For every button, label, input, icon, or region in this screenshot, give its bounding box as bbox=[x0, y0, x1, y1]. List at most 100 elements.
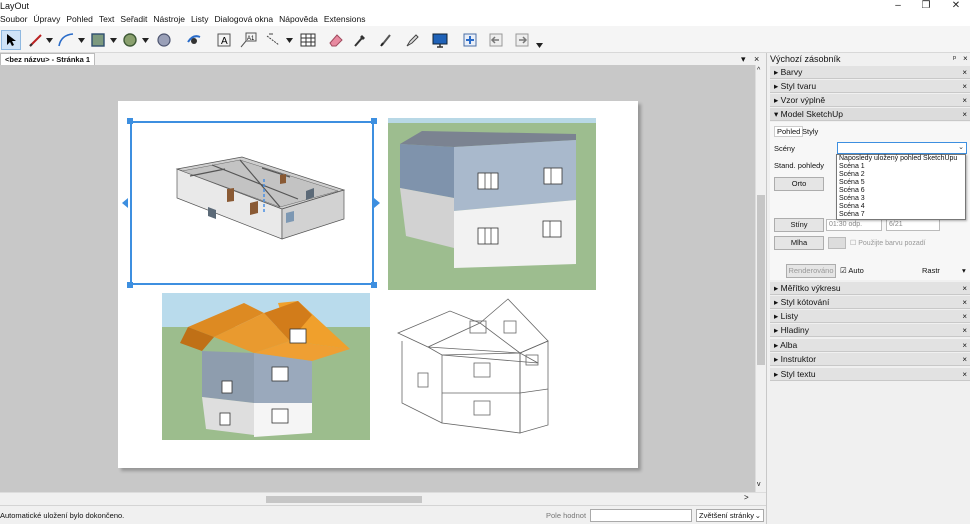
tray-colors[interactable]: ▸ Barvy × bbox=[770, 66, 970, 79]
menu-file[interactable]: Soubor bbox=[0, 13, 30, 26]
arc-icon[interactable] bbox=[56, 30, 76, 50]
menu-edit[interactable]: Úpravy bbox=[30, 13, 63, 26]
ortho-button[interactable]: Orto bbox=[774, 177, 824, 191]
render-mode-select[interactable]: Rastr ▾ bbox=[922, 266, 966, 275]
viewport-house-hidden-line[interactable] bbox=[388, 293, 596, 440]
close-icon[interactable]: × bbox=[962, 310, 967, 323]
rectangle-icon[interactable] bbox=[88, 30, 108, 50]
menu-text[interactable]: Text bbox=[96, 13, 118, 26]
selection-handle[interactable] bbox=[127, 282, 133, 288]
close-icon[interactable]: × bbox=[962, 80, 967, 93]
menu-extensions[interactable]: Extensions bbox=[321, 13, 369, 26]
chevron-down-icon[interactable] bbox=[44, 30, 54, 50]
tray-sketchup-model[interactable]: ▾ Model SketchUp × bbox=[770, 108, 970, 121]
table-icon[interactable] bbox=[298, 30, 318, 50]
document-tab[interactable]: <bez názvu> - Stránka 1 bbox=[0, 53, 96, 65]
fog-background-checkbox[interactable]: ☐ Použijte barvu pozadí bbox=[850, 239, 926, 247]
shadow-date-field[interactable]: 6/21 bbox=[886, 219, 940, 231]
scene-option[interactable]: Scéna 1 bbox=[837, 163, 965, 171]
scene-option[interactable]: Scéna 7 bbox=[837, 211, 965, 219]
text-icon[interactable]: A bbox=[214, 30, 234, 50]
viewport-house-shaded[interactable] bbox=[388, 118, 596, 290]
tray-pages[interactable]: ▸ Listy × bbox=[770, 310, 970, 323]
zoom-select[interactable]: Zvětšení stránky ⌄ bbox=[696, 509, 764, 522]
scene-option[interactable]: Scéna 5 bbox=[837, 179, 965, 187]
polygon-icon[interactable] bbox=[154, 30, 174, 50]
tab-view[interactable]: Pohled bbox=[774, 126, 804, 137]
chevron-down-icon[interactable] bbox=[76, 30, 86, 50]
scene-option[interactable]: Scéna 4 bbox=[837, 203, 965, 211]
auto-render-checkbox[interactable]: ☑ Auto bbox=[840, 266, 864, 275]
close-icon[interactable]: × bbox=[962, 324, 967, 337]
menu-help[interactable]: Nápověda bbox=[276, 13, 321, 26]
selection-arrow-right[interactable] bbox=[374, 198, 380, 208]
pencil-line-icon[interactable] bbox=[26, 30, 46, 50]
menu-dialogs[interactable]: Dialogová okna bbox=[212, 13, 277, 26]
scene-option[interactable]: Scéna 6 bbox=[837, 187, 965, 195]
close-icon[interactable]: × bbox=[962, 339, 967, 352]
vertical-scroll-thumb[interactable] bbox=[757, 195, 765, 365]
tray-instructor[interactable]: ▸ Instruktor × bbox=[770, 353, 970, 366]
tray-pattern-fill[interactable]: ▸ Vzor výplně × bbox=[770, 94, 970, 107]
previous-page-icon[interactable] bbox=[486, 30, 506, 50]
render-button[interactable]: Renderováno bbox=[786, 264, 836, 278]
selection-handle[interactable] bbox=[371, 282, 377, 288]
close-icon[interactable]: ✕ bbox=[942, 0, 970, 13]
selection-arrow-left[interactable] bbox=[122, 198, 128, 208]
tab-close-icon[interactable]: × bbox=[754, 53, 759, 65]
close-icon[interactable]: × bbox=[962, 94, 967, 107]
shadows-button[interactable]: Stíny bbox=[774, 218, 824, 232]
maximize-icon[interactable]: ❐ bbox=[912, 0, 940, 13]
join-icon[interactable] bbox=[402, 30, 422, 50]
fog-color-swatch[interactable] bbox=[828, 237, 846, 249]
split-icon[interactable] bbox=[376, 30, 396, 50]
scene-option[interactable]: Scéna 2 bbox=[837, 171, 965, 179]
eraser-icon[interactable] bbox=[326, 30, 346, 50]
presentation-icon[interactable] bbox=[430, 30, 450, 50]
scene-option[interactable]: Scéna 3 bbox=[837, 195, 965, 203]
tab-styles[interactable]: Styly bbox=[802, 127, 818, 136]
close-icon[interactable]: × bbox=[962, 108, 967, 121]
tray-scrapbooks[interactable]: ▸ Alba × bbox=[770, 339, 970, 352]
horizontal-scrollbar[interactable]: > bbox=[0, 492, 766, 505]
panel-close-icon[interactable]: × bbox=[963, 54, 968, 63]
close-icon[interactable]: × bbox=[962, 353, 967, 366]
close-icon[interactable]: × bbox=[962, 368, 967, 381]
horizontal-scroll-thumb[interactable] bbox=[266, 496, 422, 503]
chevron-down-icon[interactable] bbox=[140, 30, 150, 50]
pin-icon[interactable]: ᵖ bbox=[953, 54, 956, 63]
fog-button[interactable]: Mlha bbox=[774, 236, 824, 250]
minimize-icon[interactable]: – bbox=[884, 0, 912, 13]
tray-shape-style[interactable]: ▸ Styl tvaru × bbox=[770, 80, 970, 93]
menu-tools[interactable]: Nástroje bbox=[150, 13, 188, 26]
tab-list-icon[interactable]: ▾ bbox=[741, 53, 746, 65]
menu-view[interactable]: Pohled bbox=[63, 13, 95, 26]
close-icon[interactable]: × bbox=[962, 66, 967, 79]
chevron-down-icon[interactable] bbox=[108, 30, 118, 50]
tray-dimension-style[interactable]: ▸ Styl kótování × bbox=[770, 296, 970, 309]
circle-icon[interactable] bbox=[120, 30, 140, 50]
vertical-scrollbar[interactable]: ^ v bbox=[755, 65, 766, 492]
label-icon[interactable]: A1 bbox=[238, 30, 258, 50]
drawing-canvas[interactable] bbox=[0, 65, 755, 492]
add-page-icon[interactable] bbox=[460, 30, 480, 50]
selection-handle[interactable] bbox=[371, 118, 377, 124]
document-page[interactable] bbox=[118, 101, 638, 468]
scene-option[interactable]: Naposledy uložený pohled SketchUpu bbox=[837, 155, 965, 163]
scroll-up-icon[interactable]: ^ bbox=[757, 67, 760, 74]
menu-arrange[interactable]: Seřadit bbox=[117, 13, 150, 26]
viewport-house-colored[interactable] bbox=[162, 293, 370, 440]
close-icon[interactable]: × bbox=[962, 282, 967, 295]
offset-icon[interactable] bbox=[184, 30, 204, 50]
scenes-dropdown-list[interactable]: Naposledy uložený pohled SketchUpu Scéna… bbox=[836, 154, 966, 220]
scroll-right-icon[interactable]: > bbox=[744, 493, 749, 502]
select-arrow-icon[interactable] bbox=[1, 30, 21, 50]
shadow-time-field[interactable]: 01:30 odp. bbox=[826, 219, 882, 231]
tray-text-style[interactable]: ▸ Styl textu × bbox=[770, 368, 970, 381]
menu-pages[interactable]: Listy bbox=[188, 13, 211, 26]
chevron-down-icon[interactable] bbox=[284, 30, 294, 50]
scenes-select[interactable]: ⌄ bbox=[837, 142, 967, 154]
selection-handle[interactable] bbox=[127, 118, 133, 124]
eyedropper-icon[interactable] bbox=[350, 30, 370, 50]
tray-scale[interactable]: ▸ Měřítko výkresu × bbox=[770, 282, 970, 295]
